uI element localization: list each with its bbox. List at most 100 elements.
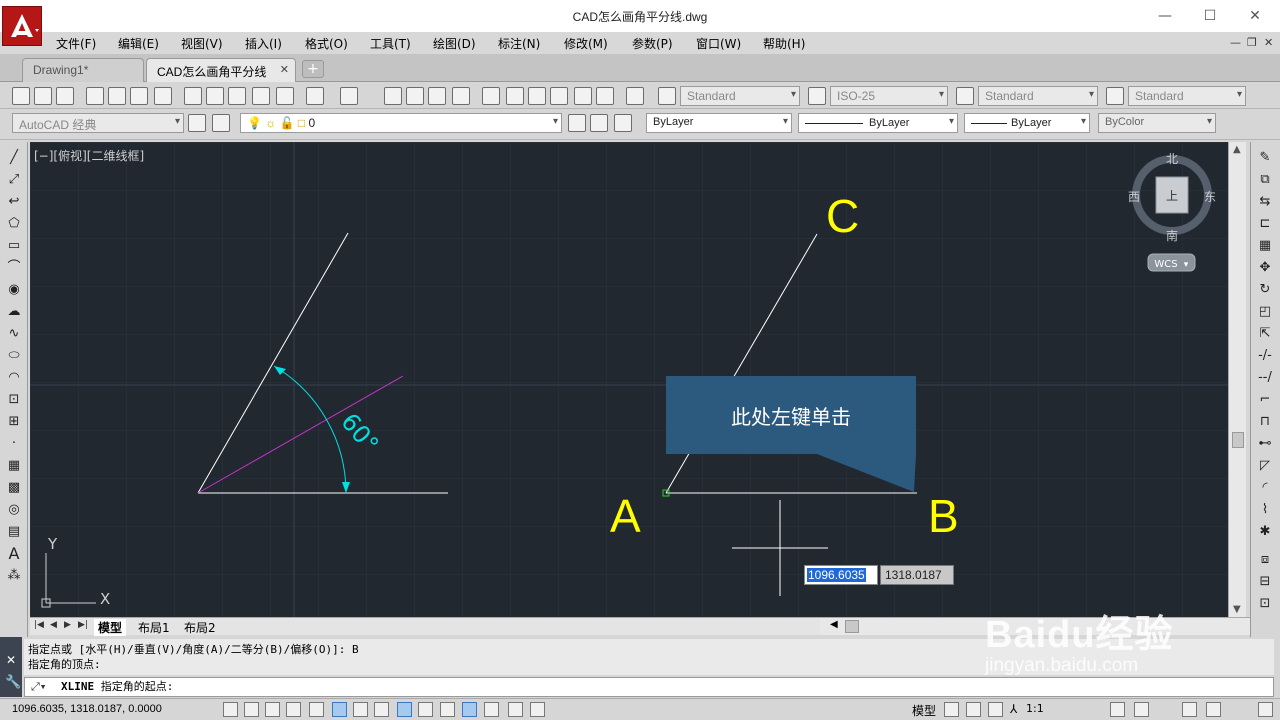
layer-select[interactable]: 💡 ☼ 🔓 □ 0 ▾: [240, 113, 562, 133]
infer-constraints-icon[interactable]: [223, 702, 238, 717]
annotation-monitor-icon[interactable]: [530, 702, 545, 717]
move-icon[interactable]: ✥: [1256, 260, 1274, 276]
offset-icon[interactable]: ⊏: [1256, 216, 1274, 232]
recent-commands-icon[interactable]: ⤢▾: [31, 680, 46, 694]
text-style-icon[interactable]: [658, 87, 676, 105]
join-icon[interactable]: ⊷: [1256, 436, 1274, 452]
maximize-button[interactable]: ☐: [1195, 6, 1225, 26]
dynamic-input-x[interactable]: 1096.6035: [804, 565, 878, 585]
doc-restore-icon[interactable]: ❐: [1247, 36, 1257, 49]
revision-cloud-icon[interactable]: ☁: [5, 304, 23, 320]
dynamic-input-y[interactable]: 1318.0187: [880, 565, 954, 585]
close-command-line-icon[interactable]: ✕: [6, 653, 16, 667]
menu-file[interactable]: 文件(F): [56, 35, 96, 52]
transparency-icon[interactable]: [462, 702, 477, 717]
workspace-select[interactable]: AutoCAD 经典 ▾: [12, 113, 184, 133]
table-style-icon[interactable]: [956, 87, 974, 105]
block-editor-icon[interactable]: [276, 87, 294, 105]
stretch-icon[interactable]: ⇱: [1256, 326, 1274, 342]
array-icon[interactable]: ▦: [1256, 238, 1274, 254]
point-icon[interactable]: ·: [5, 436, 23, 452]
plotstyle-select[interactable]: ByColor ▾: [1098, 113, 1216, 133]
construction-line-icon[interactable]: ⤢: [5, 172, 23, 188]
redo-icon[interactable]: [340, 87, 358, 105]
properties-icon[interactable]: [482, 87, 500, 105]
viewcube-west[interactable]: 西: [1128, 190, 1140, 204]
hscroll-thumb[interactable]: [845, 620, 859, 633]
ellipse-arc-icon[interactable]: ◠: [5, 370, 23, 386]
workspace-switching-icon[interactable]: [1110, 702, 1125, 717]
gradient-icon[interactable]: ▩: [5, 480, 23, 496]
spline-icon[interactable]: ∿: [5, 326, 23, 342]
multiline-text-icon[interactable]: A: [5, 546, 23, 562]
hatch-icon[interactable]: ▦: [5, 458, 23, 474]
break-at-point-icon[interactable]: ⌐: [1256, 392, 1274, 408]
rectangle-icon[interactable]: ▭: [5, 238, 23, 254]
scroll-up-icon[interactable]: ▲: [1233, 144, 1241, 155]
ellipse-icon[interactable]: ⬭: [5, 348, 23, 364]
trim-icon[interactable]: -/-: [1256, 348, 1274, 364]
viewcube-south[interactable]: 南: [1166, 228, 1178, 243]
mirror-icon[interactable]: ⇆: [1256, 194, 1274, 210]
first-layout-icon[interactable]: |◀: [34, 620, 44, 630]
cut-icon[interactable]: [184, 87, 202, 105]
selection-cycling-icon[interactable]: [508, 702, 523, 717]
menu-help[interactable]: 帮助(H): [763, 35, 805, 52]
polyline-icon[interactable]: ↩: [5, 194, 23, 210]
menu-draw[interactable]: 绘图(D): [433, 35, 476, 52]
last-layout-icon[interactable]: ▶|: [78, 620, 88, 630]
make-block-icon[interactable]: ⊞: [5, 414, 23, 430]
annotation-scale-icon[interactable]: ⅄: [1010, 702, 1017, 716]
arc-icon[interactable]: ⌒: [5, 260, 23, 276]
customize-icon[interactable]: 🔧: [5, 675, 21, 690]
undo-icon[interactable]: [306, 87, 324, 105]
copy-object-icon[interactable]: ⧉: [1256, 172, 1274, 188]
dynamic-input-icon[interactable]: [418, 702, 433, 717]
prev-layout-icon[interactable]: ◀: [50, 620, 57, 630]
doc-minimize-icon[interactable]: —: [1230, 36, 1241, 49]
viewcube-north[interactable]: 北: [1166, 152, 1178, 166]
object-snap-icon[interactable]: [332, 702, 347, 717]
3d-print-icon[interactable]: [154, 87, 172, 105]
dim-style-select[interactable]: ISO-25 ▾: [830, 86, 948, 106]
polar-tracking-icon[interactable]: [309, 702, 324, 717]
make-current-layer-icon[interactable]: [568, 114, 586, 132]
copy-icon[interactable]: [206, 87, 224, 105]
scroll-left-icon[interactable]: ◀: [830, 619, 838, 630]
color-select[interactable]: ByLayer ▾: [646, 113, 792, 133]
quick-properties-icon[interactable]: [484, 702, 499, 717]
match-properties-icon[interactable]: [252, 87, 270, 105]
plot-preview-icon[interactable]: [108, 87, 126, 105]
scroll-down-icon[interactable]: ▼: [1233, 604, 1241, 615]
zoom-window-icon[interactable]: [428, 87, 446, 105]
tool-palettes-icon[interactable]: [528, 87, 546, 105]
plot-icon[interactable]: [86, 87, 104, 105]
menu-insert[interactable]: 插入(I): [245, 35, 282, 52]
hardware-acceleration-icon[interactable]: [1182, 702, 1197, 717]
blend-curves-icon[interactable]: ⌇: [1256, 502, 1274, 518]
menu-window[interactable]: 窗口(W): [696, 35, 741, 52]
quick-view-drawings-icon[interactable]: [966, 702, 981, 717]
markup-icon[interactable]: [574, 87, 592, 105]
save-icon[interactable]: [56, 87, 74, 105]
lineweight-icon[interactable]: [440, 702, 455, 717]
chamfer-icon[interactable]: ◸: [1256, 458, 1274, 474]
multileader-style-select[interactable]: Standard ▾: [1128, 86, 1246, 106]
model-space-button[interactable]: 模型: [912, 702, 936, 719]
command-input[interactable]: ⤢▾ XLINE 指定角的起点:: [24, 677, 1274, 697]
3d-object-snap-icon[interactable]: [353, 702, 368, 717]
menu-view[interactable]: 视图(V): [181, 35, 223, 52]
tab-active-drawing[interactable]: CAD怎么画角平分线 ✕: [146, 58, 296, 82]
calculator-icon[interactable]: [596, 87, 614, 105]
horizontal-scrollbar[interactable]: ◀: [820, 618, 1250, 635]
pan-icon[interactable]: [384, 87, 402, 105]
minimize-button[interactable]: —: [1150, 6, 1180, 26]
fillet-icon[interactable]: ◜: [1256, 480, 1274, 496]
break-icon[interactable]: ⊓: [1256, 414, 1274, 430]
ortho-mode-icon[interactable]: [286, 702, 301, 717]
rotate-icon[interactable]: ↻: [1256, 282, 1274, 298]
layer-previous-icon[interactable]: [590, 114, 608, 132]
tab-layout1[interactable]: 布局1: [134, 619, 174, 636]
maximize-viewport-icon[interactable]: [988, 702, 1003, 717]
circle-icon[interactable]: ◉: [5, 282, 23, 298]
